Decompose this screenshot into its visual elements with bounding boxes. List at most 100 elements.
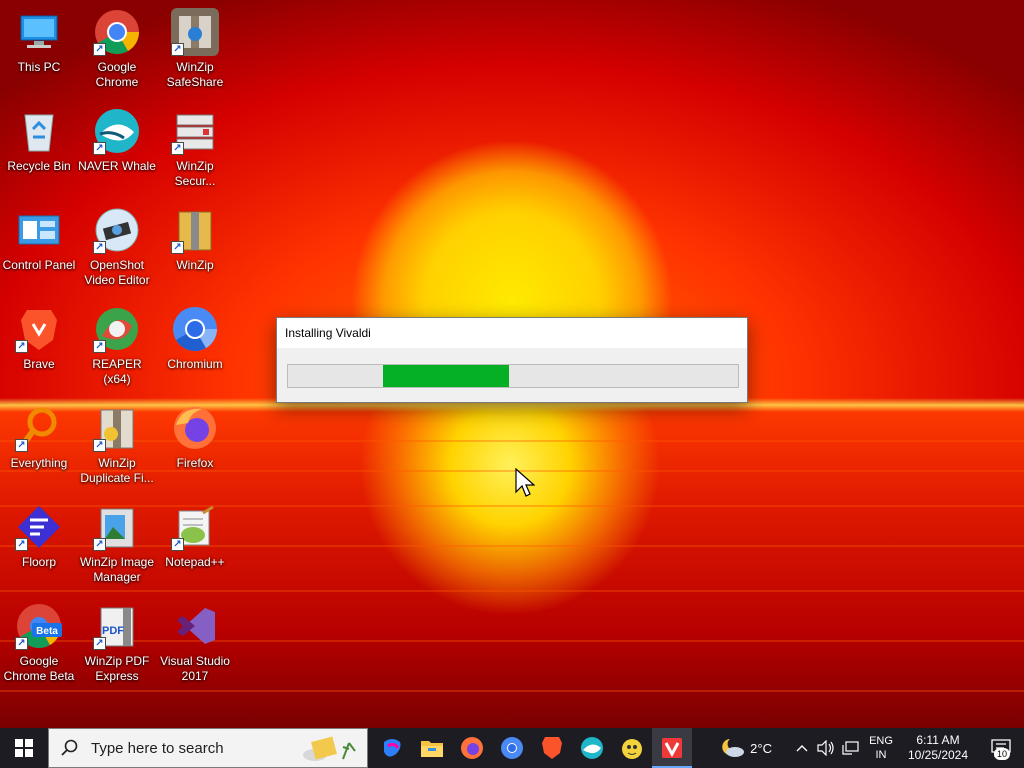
shortcut-arrow-icon: ↗ — [93, 43, 106, 56]
desktop-icon-label: Brave — [23, 357, 55, 371]
winzip-image-icon: ↗ — [93, 503, 141, 551]
desktop-icon-label: Floorp — [21, 555, 56, 569]
windows-logo-icon — [15, 739, 33, 757]
language-indicator[interactable]: ENG IN — [864, 728, 898, 768]
taskbar-app-file-explorer[interactable] — [412, 728, 452, 768]
desktop-icon-label: Google Chrome Beta — [3, 654, 75, 683]
desktop-icon-label: WinZip — [176, 258, 214, 272]
volume-button[interactable] — [814, 728, 838, 768]
desktop-icon-label: Control Panel — [2, 258, 76, 272]
desktop-icon-label: Visual Studio 2017 — [160, 654, 230, 683]
beta-badge: Beta — [36, 626, 58, 637]
ripple — [0, 690, 1024, 692]
winzip-icon: ↗ — [171, 206, 219, 254]
desktop-icon-label: WinZip PDF Express — [84, 654, 150, 683]
desktop-icon-label: WinZip Image Manager — [79, 555, 155, 584]
notification-center-button[interactable]: 10 — [978, 728, 1024, 768]
clock-date: 10/25/2024 — [907, 748, 969, 762]
desktop-icon-label: REAPER (x64) — [92, 357, 142, 386]
desktop-icon-label: Chromium — [167, 357, 223, 371]
desktop-icon-firefox[interactable]: Firefox — [156, 404, 234, 471]
desktop-icon-reaper[interactable]: ↗ REAPER (x64) — [78, 305, 156, 387]
taskbar: Type here to search 2°C ENG IN 6:11 AM 1… — [0, 728, 1024, 768]
copilot-icon — [384, 739, 401, 757]
winzip-duplicate-icon: ↗ — [93, 404, 141, 452]
clock-time: 6:11 AM — [916, 733, 960, 747]
search-icon — [61, 739, 78, 756]
taskbar-search-box[interactable]: Type here to search — [48, 728, 368, 768]
network-icon — [842, 741, 859, 755]
recycle-bin-icon — [15, 107, 63, 155]
desktop-icon-openshot[interactable]: ↗ OpenShot Video Editor — [78, 206, 156, 288]
language-code: ENG — [869, 735, 893, 747]
desktop-icon-visual-studio[interactable]: Visual Studio 2017 — [156, 602, 234, 684]
this-pc-icon — [15, 8, 63, 56]
progress-bar — [287, 364, 739, 388]
shortcut-arrow-icon: ↗ — [93, 142, 106, 155]
desktop-icon-winzip-duplicate[interactable]: ↗ WinZip Duplicate Fi... — [78, 404, 156, 486]
desktop-icon-winzip[interactable]: ↗ WinZip — [156, 206, 234, 273]
vivaldi-installer-icon — [662, 738, 682, 758]
desktop-icon-notepadpp[interactable]: ↗ Notepad++ — [156, 503, 234, 570]
desktop-icon-label: Everything — [10, 456, 68, 470]
firefox-icon — [171, 404, 219, 452]
network-button[interactable] — [838, 728, 864, 768]
desktop-icon-label: Notepad++ — [165, 555, 225, 569]
desktop-icon-label: NAVER Whale — [78, 159, 156, 173]
desktop-icon-winzip-secure[interactable]: ↗ WinZip Secur... — [156, 107, 234, 189]
reaper-icon: ↗ — [93, 305, 141, 353]
shortcut-arrow-icon: ↗ — [171, 538, 184, 551]
weather-widget[interactable]: 2°C — [720, 728, 790, 768]
show-hidden-icons-button[interactable] — [790, 728, 814, 768]
naver-whale-icon: ↗ — [93, 107, 141, 155]
desktop-icon-chrome-beta[interactable]: Beta ↗ Google Chrome Beta — [0, 602, 78, 684]
brave-icon — [542, 737, 562, 759]
desktop-icon-label: WinZip SafeShare — [166, 60, 224, 89]
shortcut-arrow-icon: ↗ — [93, 340, 106, 353]
ripple — [0, 590, 1024, 592]
naver-whale-icon — [581, 737, 603, 759]
shortcut-arrow-icon: ↗ — [171, 142, 184, 155]
chevron-up-icon — [796, 745, 808, 752]
desktop-icon-winzip-image[interactable]: ↗ WinZip Image Manager — [78, 503, 156, 585]
desktop-icon-brave[interactable]: ↗ Brave — [0, 305, 78, 372]
desktop-icon-control-panel[interactable]: Control Panel — [0, 206, 78, 273]
desktop-icon-chromium[interactable]: Chromium — [156, 305, 234, 372]
shortcut-arrow-icon: ↗ — [93, 637, 106, 650]
start-button[interactable] — [0, 728, 48, 768]
desktop-icon-recycle-bin[interactable]: Recycle Bin — [0, 107, 78, 174]
notification-count: 10 — [993, 748, 1010, 760]
taskbar-app-vivaldi-installer[interactable] — [652, 728, 692, 768]
taskbar-app-brave[interactable] — [532, 728, 572, 768]
desktop-icon-label: WinZip Duplicate Fi... — [80, 456, 154, 485]
clock[interactable]: 6:11 AM 10/25/2024 — [898, 728, 978, 768]
chrome-icon: ↗ — [93, 8, 141, 56]
progress-fill — [383, 365, 509, 387]
desktop-icon-chrome[interactable]: ↗ Google Chrome — [78, 8, 156, 90]
notepadpp-icon: ↗ — [171, 503, 219, 551]
search-placeholder: Type here to search — [91, 739, 224, 757]
desktop-icon-naver-whale[interactable]: ↗ NAVER Whale — [78, 107, 156, 174]
taskbar-app-firefox[interactable] — [452, 728, 492, 768]
winzip-pdf-icon: PDF ↗ — [93, 602, 141, 650]
installer-dialog: Installing Vivaldi — [276, 317, 748, 403]
taskbar-app-naver-whale[interactable] — [572, 728, 612, 768]
desktop-icon-this-pc[interactable]: This PC — [0, 8, 78, 75]
winzip-secure-icon: ↗ — [171, 107, 219, 155]
partly-cloudy-night-icon — [722, 739, 745, 757]
taskbar-app-copilot[interactable] — [372, 728, 412, 768]
shortcut-arrow-icon: ↗ — [171, 241, 184, 254]
desktop-icon-floorp[interactable]: ↗ Floorp — [0, 503, 78, 570]
sun-reflection — [360, 405, 660, 705]
taskbar-app-chromium[interactable] — [492, 728, 532, 768]
taskbar-app-tor[interactable] — [612, 728, 652, 768]
desktop-icon-everything[interactable]: ↗ Everything — [0, 404, 78, 471]
chromium-icon — [171, 305, 219, 353]
desktop-icon-label: Recycle Bin — [7, 159, 71, 173]
shortcut-arrow-icon: ↗ — [15, 637, 28, 650]
desktop-icon-winzip-pdf[interactable]: PDF ↗ WinZip PDF Express — [78, 602, 156, 684]
shortcut-arrow-icon: ↗ — [15, 538, 28, 551]
chromium-icon — [501, 737, 523, 759]
desktop-icon-winzip-safeshare[interactable]: ↗ WinZip SafeShare — [156, 8, 234, 90]
shortcut-arrow-icon: ↗ — [15, 340, 28, 353]
